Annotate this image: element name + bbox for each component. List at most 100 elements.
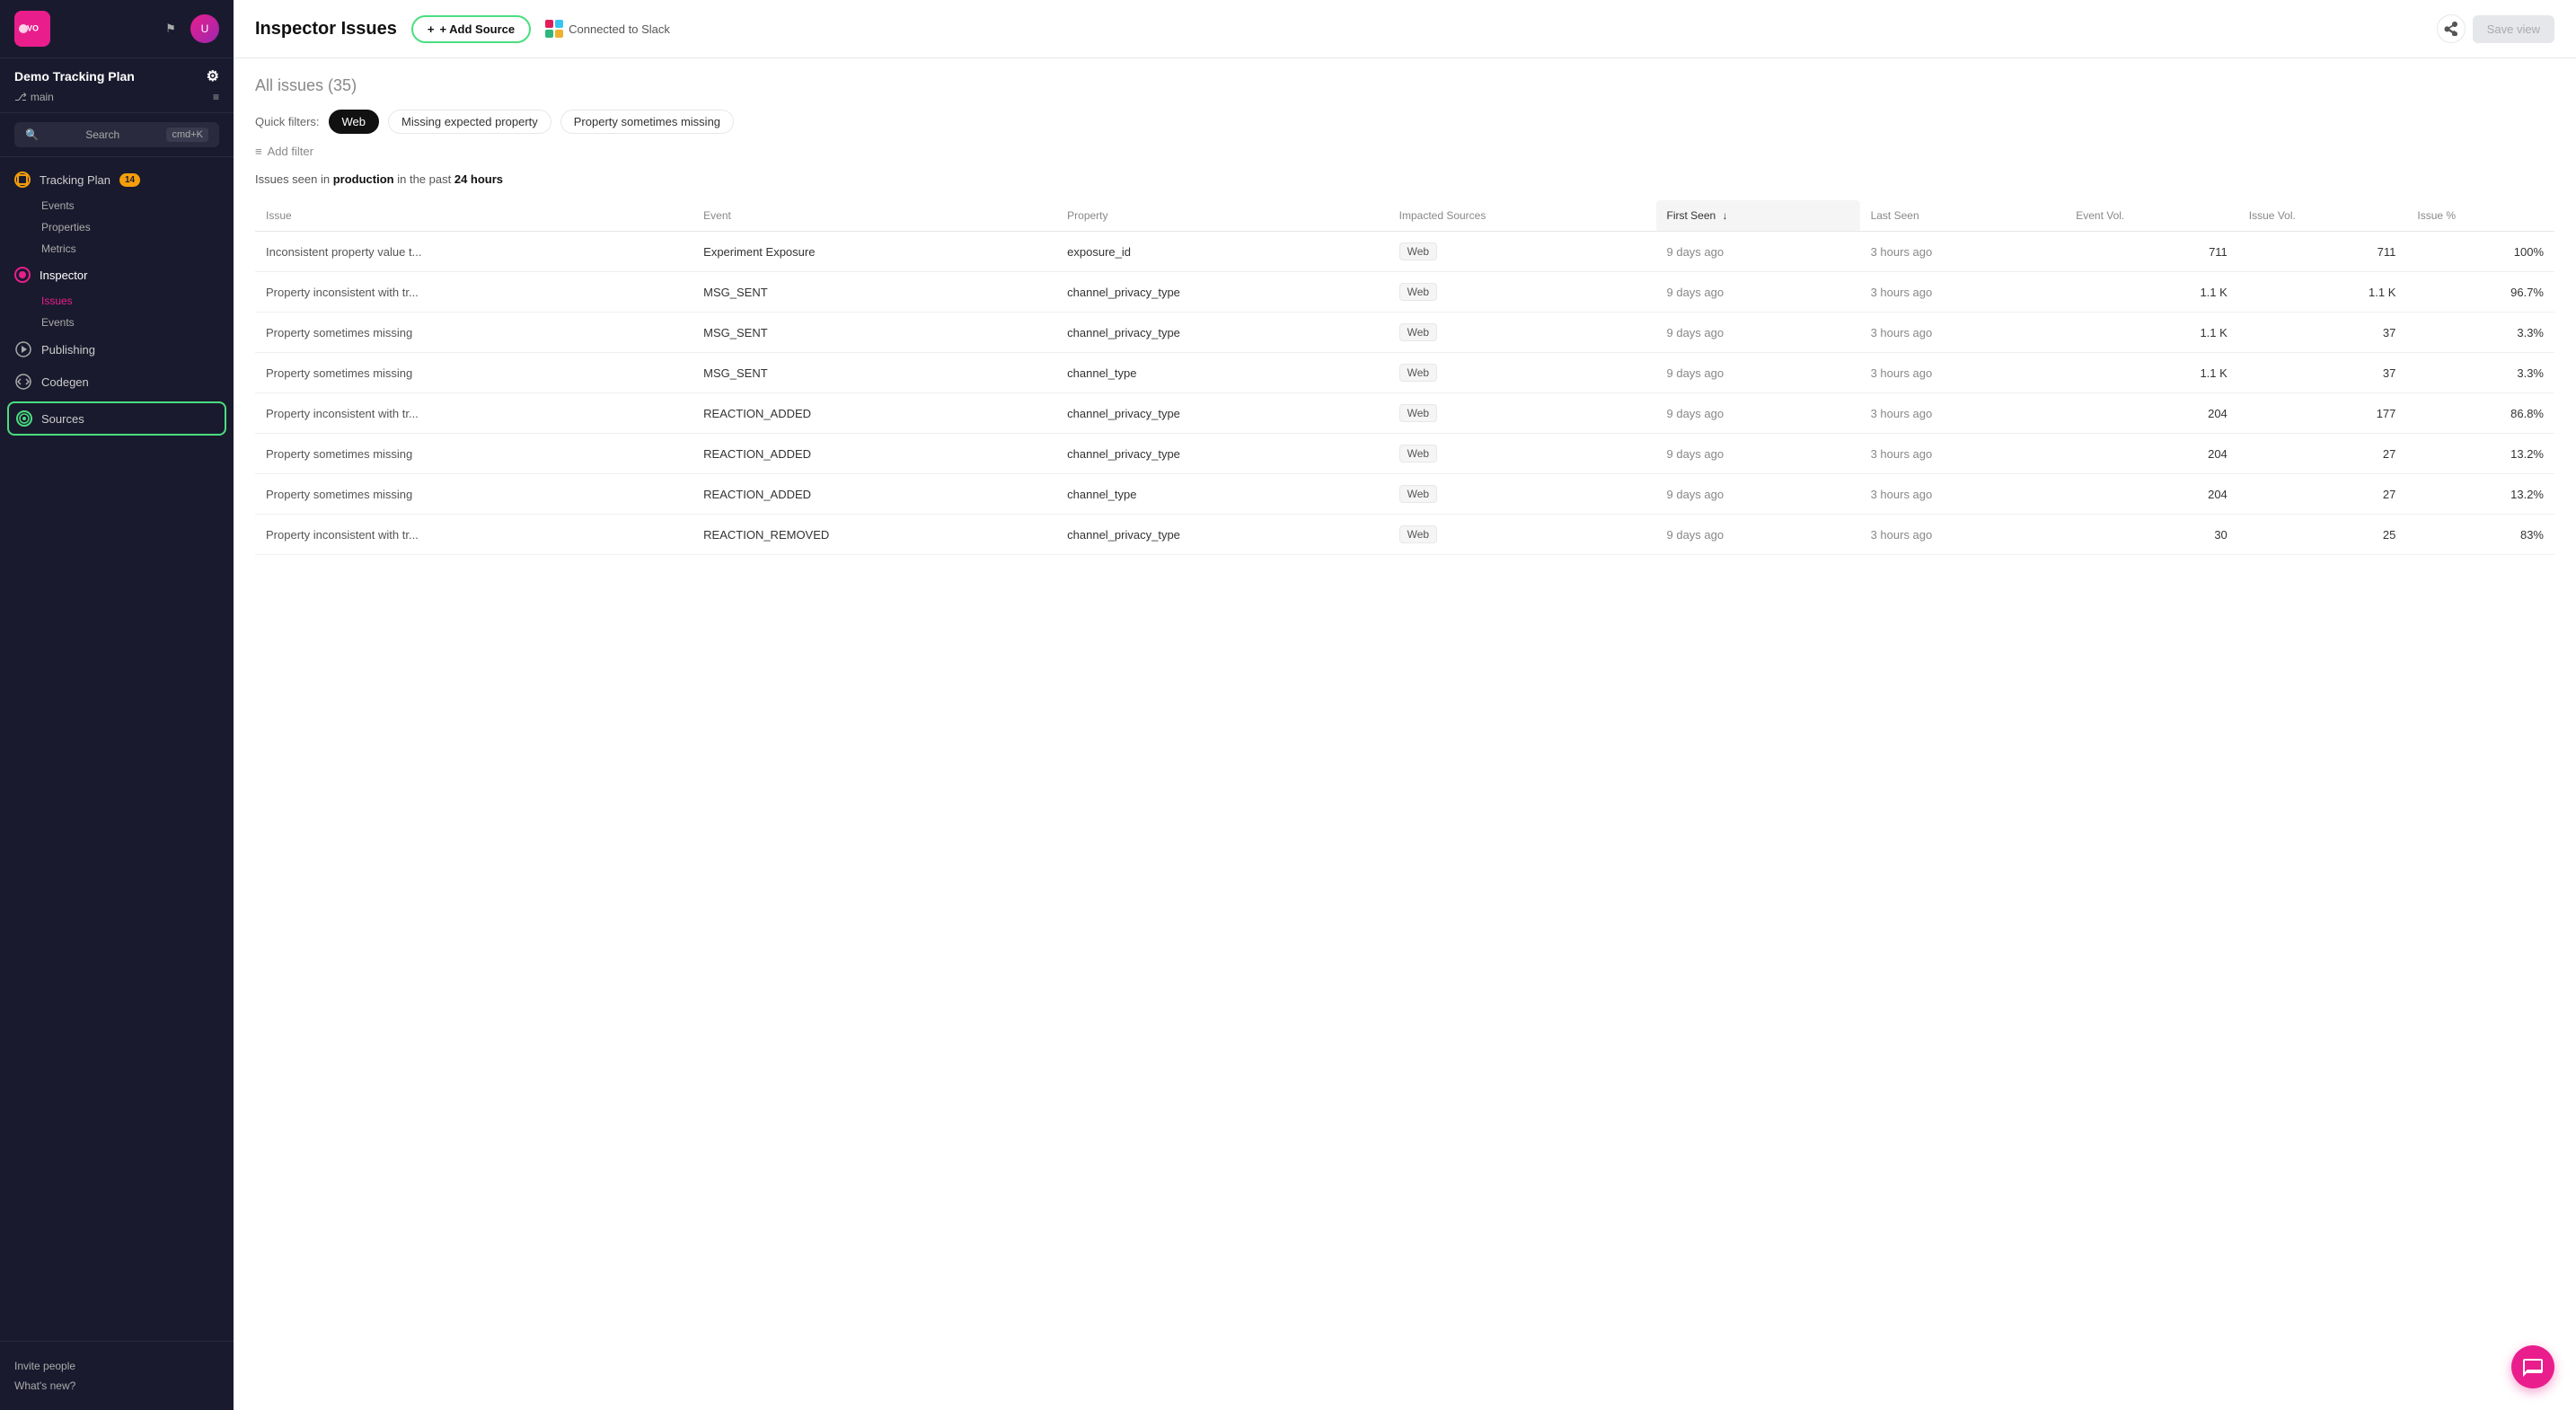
search-row: 🔍 Search cmd+K [0, 113, 234, 157]
cell-first-seen: 9 days ago [1656, 232, 1860, 272]
cell-event-vol: 711 [2065, 232, 2238, 272]
codegen-icon [14, 373, 32, 391]
workspace-name: Demo Tracking Plan ⚙ [14, 67, 219, 85]
inspector-icon [14, 267, 31, 283]
sidebar-item-issues[interactable]: Issues [41, 290, 219, 312]
all-issues-header: All issues (35) [255, 76, 2554, 95]
cell-first-seen: 9 days ago [1656, 434, 1860, 474]
cell-property: exposure_id [1056, 232, 1388, 272]
cell-event-vol: 30 [2065, 515, 2238, 555]
cell-source: Web [1389, 272, 1656, 313]
sidebar-item-events-inspector[interactable]: Events [41, 312, 219, 333]
table-row[interactable]: Property inconsistent with tr... MSG_SEN… [255, 272, 2554, 313]
quick-filters: Quick filters: Web Missing expected prop… [255, 110, 2554, 134]
sidebar-item-metrics[interactable]: Metrics [41, 238, 219, 260]
cell-first-seen: 9 days ago [1656, 272, 1860, 313]
cell-last-seen: 3 hours ago [1860, 353, 2066, 393]
sidebar-item-sources[interactable]: Sources [7, 401, 226, 436]
cell-property: channel_privacy_type [1056, 515, 1388, 555]
save-view-button[interactable]: Save view [2473, 15, 2554, 43]
add-filter-row[interactable]: ≡ Add filter [255, 145, 2554, 158]
logo-icon: VO [14, 11, 50, 47]
table-row[interactable]: Property inconsistent with tr... REACTIO… [255, 515, 2554, 555]
sidebar-item-codegen[interactable]: Codegen [0, 366, 234, 398]
cell-issue-pct: 86.8% [2406, 393, 2554, 434]
avatar[interactable]: U [190, 14, 219, 43]
slack-icon [545, 20, 563, 38]
table-row[interactable]: Property sometimes missing MSG_SENT chan… [255, 353, 2554, 393]
cell-issue: Property sometimes missing [255, 313, 693, 353]
tracking-plan-label: Tracking Plan [40, 173, 110, 187]
sidebar-item-publishing[interactable]: Publishing [0, 333, 234, 366]
col-impacted-sources: Impacted Sources [1389, 200, 1656, 232]
invite-people-link[interactable]: Invite people [14, 1356, 219, 1376]
table-row[interactable]: Property inconsistent with tr... REACTIO… [255, 393, 2554, 434]
cell-issue-vol: 27 [2238, 474, 2407, 515]
cell-event: REACTION_ADDED [693, 434, 1056, 474]
cell-source: Web [1389, 515, 1656, 555]
cell-issue-pct: 3.3% [2406, 353, 2554, 393]
search-box[interactable]: 🔍 Search cmd+K [14, 122, 219, 147]
branch-icon: ⎇ [14, 91, 27, 103]
sidebar-item-inspector[interactable]: Inspector [0, 260, 234, 290]
sidebar-header-icons: ⚑ U [158, 14, 219, 43]
branch-row: ⎇ main ≡ [14, 91, 219, 103]
branch-options-icon[interactable]: ≡ [213, 91, 219, 103]
filter-sometimes-missing[interactable]: Property sometimes missing [560, 110, 734, 134]
cell-issue-pct: 100% [2406, 232, 2554, 272]
cell-issue-pct: 13.2% [2406, 434, 2554, 474]
sidebar-item-events[interactable]: Events [41, 195, 219, 216]
sidebar-item-tracking-plan[interactable]: Tracking Plan 14 [0, 164, 234, 195]
plus-icon: + [428, 22, 435, 36]
col-first-seen[interactable]: First Seen ↓ [1656, 200, 1860, 232]
add-source-button[interactable]: + + Add Source [411, 15, 531, 43]
cell-issue-vol: 25 [2238, 515, 2407, 555]
page-title: Inspector Issues [255, 19, 397, 40]
cell-source: Web [1389, 393, 1656, 434]
cell-issue-vol: 37 [2238, 353, 2407, 393]
cell-first-seen: 9 days ago [1656, 313, 1860, 353]
share-button[interactable] [2437, 14, 2466, 43]
cell-first-seen: 9 days ago [1656, 393, 1860, 434]
slack-connected-button[interactable]: Connected to Slack [545, 20, 670, 38]
cell-last-seen: 3 hours ago [1860, 515, 2066, 555]
cell-issue: Property inconsistent with tr... [255, 272, 693, 313]
codegen-label: Codegen [41, 375, 89, 389]
cell-issue-vol: 711 [2238, 232, 2407, 272]
cell-property: channel_privacy_type [1056, 272, 1388, 313]
table-row[interactable]: Property sometimes missing REACTION_ADDE… [255, 474, 2554, 515]
cell-property: channel_privacy_type [1056, 313, 1388, 353]
cell-source: Web [1389, 434, 1656, 474]
inspector-subnav: Issues Events [0, 290, 234, 333]
cell-event: MSG_SENT [693, 353, 1056, 393]
cell-issue: Property sometimes missing [255, 474, 693, 515]
cell-event: REACTION_REMOVED [693, 515, 1056, 555]
cell-property: channel_privacy_type [1056, 434, 1388, 474]
filter-web[interactable]: Web [329, 110, 380, 134]
whats-new-link[interactable]: What's new? [14, 1376, 219, 1396]
settings-icon[interactable]: ⚙ [207, 67, 219, 85]
chat-bubble-button[interactable] [2511, 1345, 2554, 1388]
col-property: Property [1056, 200, 1388, 232]
cell-issue-pct: 96.7% [2406, 272, 2554, 313]
flag-icon[interactable]: ⚑ [158, 16, 183, 41]
content-area: All issues (35) Quick filters: Web Missi… [234, 58, 2576, 1410]
tracking-plan-icon [14, 172, 31, 188]
add-source-label: + Add Source [439, 22, 515, 36]
cell-event-vol: 204 [2065, 434, 2238, 474]
sources-label: Sources [41, 412, 84, 426]
cell-property: channel_type [1056, 474, 1388, 515]
share-icon [2444, 22, 2458, 36]
cell-last-seen: 3 hours ago [1860, 434, 2066, 474]
branch-name: ⎇ main [14, 91, 54, 103]
nav-section: Tracking Plan 14 Events Properties Metri… [0, 157, 234, 446]
table-row[interactable]: Property sometimes missing MSG_SENT chan… [255, 313, 2554, 353]
cell-issue-pct: 3.3% [2406, 313, 2554, 353]
table-row[interactable]: Property sometimes missing REACTION_ADDE… [255, 434, 2554, 474]
table-row[interactable]: Inconsistent property value t... Experim… [255, 232, 2554, 272]
filter-missing-expected[interactable]: Missing expected property [388, 110, 551, 134]
sidebar-item-properties[interactable]: Properties [41, 216, 219, 238]
cell-event: Experiment Exposure [693, 232, 1056, 272]
search-icon: 🔍 [25, 128, 39, 141]
quick-filters-label: Quick filters: [255, 115, 320, 128]
